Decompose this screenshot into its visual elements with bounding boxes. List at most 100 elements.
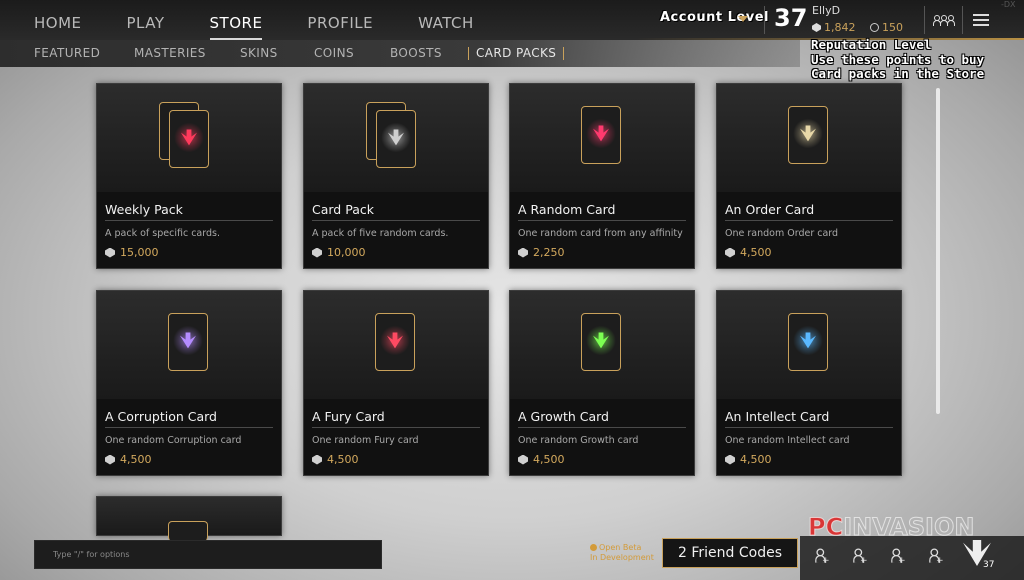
card-title: An Order Card bbox=[725, 202, 815, 217]
card-icon bbox=[376, 110, 416, 168]
card-price: 4,500 bbox=[312, 453, 359, 466]
divider bbox=[312, 427, 480, 428]
card-price: 15,000 bbox=[105, 246, 159, 259]
price-value: 2,250 bbox=[533, 246, 565, 259]
card-title: A Random Card bbox=[518, 202, 616, 217]
party-slot[interactable]: + bbox=[810, 546, 830, 566]
coin-icon bbox=[870, 23, 879, 32]
gem-icon bbox=[312, 454, 322, 465]
gem-balance: 1,842 bbox=[812, 21, 856, 34]
gem-icon bbox=[518, 454, 528, 465]
party-bar bbox=[800, 536, 1024, 580]
chevron-down-icon[interactable] bbox=[738, 16, 748, 22]
gem-amount: 1,842 bbox=[824, 21, 856, 34]
menu-icon bbox=[973, 14, 989, 26]
card-description: One random card from any affinity bbox=[518, 228, 683, 239]
coin-balance: 150 bbox=[870, 21, 903, 34]
card-description: One random Corruption card bbox=[105, 435, 242, 446]
gem-icon bbox=[725, 247, 735, 258]
card-info: A Random Card One random card from any af… bbox=[510, 192, 694, 268]
tab-masteries[interactable]: MASTERIES bbox=[134, 46, 206, 60]
divider bbox=[924, 6, 925, 34]
card-art bbox=[717, 291, 901, 399]
store-card[interactable]: An Intellect Card One random Intellect ca… bbox=[716, 290, 902, 476]
card-price: 4,500 bbox=[725, 246, 772, 259]
tab-profile[interactable]: PROFILE bbox=[307, 0, 373, 40]
card-art bbox=[97, 291, 281, 399]
card-price: 2,250 bbox=[518, 246, 565, 259]
store-card[interactable]: A Corruption Card One random Corruption c… bbox=[96, 290, 282, 476]
divider bbox=[764, 6, 765, 34]
scrollbar[interactable] bbox=[936, 88, 940, 414]
card-description: One random Intellect card bbox=[725, 435, 850, 446]
friends-button[interactable] bbox=[928, 6, 958, 34]
card-icon bbox=[168, 521, 208, 541]
card-info: An Intellect Card One random Intellect ca… bbox=[717, 399, 901, 475]
card-info: Weekly Pack A pack of specific cards. 15,0… bbox=[97, 192, 281, 268]
card-price: 10,000 bbox=[312, 246, 366, 259]
party-slot[interactable]: + bbox=[924, 546, 944, 566]
tab-home[interactable]: HOME bbox=[34, 0, 82, 40]
party-slot[interactable]: + bbox=[886, 546, 906, 566]
card-info: A Fury Card One random Fury card 4,500 bbox=[304, 399, 488, 475]
watermark-logo: PCINVASION bbox=[807, 513, 975, 542]
card-icon bbox=[581, 313, 621, 371]
tab-play[interactable]: PLAY bbox=[127, 0, 165, 40]
price-value: 4,500 bbox=[120, 453, 152, 466]
card-title: A Fury Card bbox=[312, 409, 385, 424]
tab-card-packs[interactable]: CARD PACKS bbox=[467, 46, 565, 60]
store-card[interactable]: An Order Card One random Order card 4,500 bbox=[716, 83, 902, 269]
card-info: An Order Card One random Order card 4,500 bbox=[717, 192, 901, 268]
tab-watch[interactable]: WATCH bbox=[418, 0, 474, 40]
card-icon bbox=[788, 106, 828, 164]
sub-nav: FEATURED MASTERIES SKINS COINS BOOSTS CA… bbox=[0, 40, 800, 67]
tab-featured[interactable]: FEATURED bbox=[34, 46, 100, 60]
card-art bbox=[304, 84, 488, 192]
divider bbox=[725, 427, 893, 428]
card-title: A Corruption Card bbox=[105, 409, 217, 424]
chat-box[interactable] bbox=[34, 540, 382, 569]
card-art bbox=[97, 497, 281, 541]
store-card[interactable]: A Growth Card One random Growth card 4,500 bbox=[509, 290, 695, 476]
friend-codes-button[interactable]: 2 Friend Codes bbox=[662, 538, 798, 568]
account-level-value: 37 bbox=[774, 4, 808, 32]
card-icon bbox=[169, 110, 209, 168]
username[interactable]: EllyD bbox=[812, 4, 840, 17]
card-description: One random Order card bbox=[725, 228, 839, 239]
player-level: 37 bbox=[983, 560, 995, 570]
tab-coins[interactable]: COINS bbox=[314, 46, 354, 60]
card-description: One random Fury card bbox=[312, 435, 419, 446]
tab-boosts[interactable]: BOOSTS bbox=[390, 46, 442, 60]
gem-icon bbox=[105, 454, 115, 465]
divider bbox=[105, 427, 273, 428]
gem-icon bbox=[812, 23, 821, 32]
chat-input[interactable] bbox=[35, 541, 381, 568]
account-level-label: Account Level bbox=[660, 10, 770, 25]
menu-button[interactable] bbox=[966, 6, 996, 34]
card-art bbox=[304, 291, 488, 399]
store-card[interactable]: A Fury Card One random Fury card 4,500 bbox=[303, 290, 489, 476]
tab-store[interactable]: STORE bbox=[209, 0, 263, 40]
reputation-annotation: Reputation Level Use these points to buy… bbox=[811, 37, 985, 81]
tab-skins[interactable]: SKINS bbox=[240, 46, 278, 60]
card-price: 4,500 bbox=[105, 453, 152, 466]
divider bbox=[518, 427, 686, 428]
divider bbox=[725, 220, 893, 221]
party-slot[interactable]: + bbox=[848, 546, 868, 566]
card-icon bbox=[788, 313, 828, 371]
store-card[interactable]: A Random Card One random card from any af… bbox=[509, 83, 695, 269]
store-card[interactable]: Card Pack A pack of five random cards. 10,… bbox=[303, 83, 489, 269]
store-card[interactable]: Weekly Pack A pack of specific cards. 15,0… bbox=[96, 83, 282, 269]
price-value: 15,000 bbox=[120, 246, 159, 259]
card-info: A Corruption Card One random Corruption c… bbox=[97, 399, 281, 475]
top-bar: HOME PLAY STORE PROFILE WATCH Account Le… bbox=[0, 0, 1024, 40]
store-card-partial[interactable] bbox=[96, 496, 282, 541]
card-art bbox=[510, 84, 694, 192]
price-value: 4,500 bbox=[327, 453, 359, 466]
card-description: A pack of five random cards. bbox=[312, 228, 449, 239]
divider bbox=[312, 220, 480, 221]
beta-text: Open Beta In Development bbox=[590, 543, 654, 562]
gem-icon bbox=[105, 247, 115, 258]
price-value: 10,000 bbox=[327, 246, 366, 259]
card-icon bbox=[375, 313, 415, 371]
